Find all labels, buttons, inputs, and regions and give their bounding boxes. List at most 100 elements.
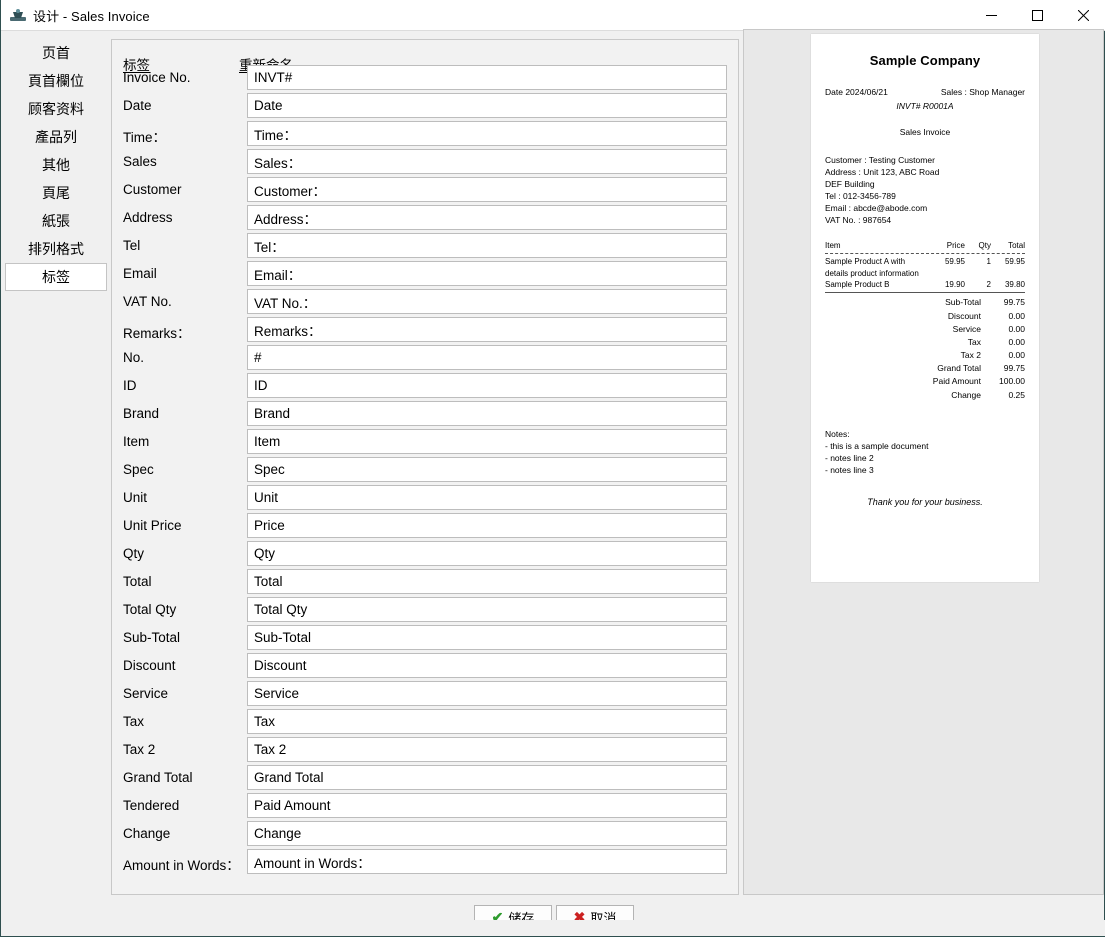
preview-note-line: - notes line 3	[825, 465, 874, 476]
th-total: Total	[1008, 241, 1025, 251]
table-dashed-divider	[825, 253, 1025, 255]
form-row: Email	[112, 260, 738, 288]
rename-input[interactable]	[247, 401, 727, 426]
rename-input[interactable]	[247, 317, 727, 342]
rename-input[interactable]	[247, 821, 727, 846]
rename-input[interactable]	[247, 457, 727, 482]
sidebar-item-3[interactable]: 產品列	[5, 123, 107, 151]
rename-input[interactable]	[247, 513, 727, 538]
rename-input[interactable]	[247, 261, 727, 286]
preview-item-item: Sample Product B	[825, 280, 890, 290]
form-row-label: Tel	[123, 238, 141, 253]
preview-invoice-number: INVT# R0001A	[896, 100, 954, 111]
sidebar-item-label: 紙張	[42, 213, 70, 229]
sidebar-item-label: 頁首欄位	[28, 73, 84, 89]
minimize-icon[interactable]	[968, 0, 1014, 31]
preview-total-value: 0.00	[1008, 336, 1025, 347]
sidebar-item-2[interactable]: 顾客资料	[5, 95, 107, 123]
rename-input[interactable]	[247, 205, 727, 230]
form-row: Address	[112, 204, 738, 232]
rename-input[interactable]	[247, 373, 727, 398]
rename-input[interactable]	[247, 485, 727, 510]
rename-input[interactable]	[247, 121, 727, 146]
preview-total-row: Service 0.00	[825, 323, 1025, 336]
rename-input[interactable]	[247, 681, 727, 706]
sidebar-item-label: 标签	[42, 269, 70, 285]
form-row: Tax 2	[112, 736, 738, 764]
preview-sales: Sales : Shop Manager	[940, 87, 1025, 98]
preview-items-table: Item Price Qty Total Sample Product A wi…	[811, 240, 1039, 294]
rename-input[interactable]	[247, 625, 727, 650]
design-sales-invoice-window: 设计 - Sales Invoice 页首頁首欄位顾客资料 產品列 其他頁尾紙張排列…	[0, 0, 1105, 937]
preview-total-value: 100.00	[999, 376, 1025, 387]
table-solid-divider	[825, 292, 1025, 294]
sidebar-item-label: 頁尾	[42, 185, 70, 201]
form-row: ID	[112, 372, 738, 400]
preview-total-label: Change	[951, 389, 981, 400]
sidebar-item-4[interactable]: 其他	[5, 151, 107, 179]
preview-customer-line: DEF Building	[825, 178, 875, 189]
close-icon[interactable]	[1060, 0, 1105, 31]
preview-total-label: Paid Amount	[932, 376, 981, 387]
rename-input[interactable]	[247, 653, 727, 678]
form-row-label: Total	[123, 574, 152, 589]
rename-input[interactable]	[247, 429, 727, 454]
preview-total-row: Discount 0.00	[825, 310, 1025, 323]
rename-input[interactable]	[247, 177, 727, 202]
rename-input[interactable]	[247, 233, 727, 258]
form-row-label: Date	[123, 98, 152, 113]
form-row: Item	[112, 428, 738, 456]
rename-input[interactable]	[247, 597, 727, 622]
preview-customer-line: Tel : 012-3456-789	[825, 190, 896, 201]
rename-input[interactable]	[247, 849, 727, 874]
sidebar-item-6[interactable]: 紙張	[5, 207, 107, 235]
form-row-label: No.	[123, 350, 145, 365]
rename-input[interactable]	[247, 345, 727, 370]
rename-input[interactable]	[247, 737, 727, 762]
rename-input[interactable]	[247, 793, 727, 818]
sidebar-item-8[interactable]: 标签	[5, 263, 107, 291]
rename-input[interactable]	[247, 149, 727, 174]
preview-item-total: 59.95	[1004, 257, 1025, 267]
sidebar-item-0[interactable]: 页首	[5, 39, 107, 67]
rename-input[interactable]	[247, 569, 727, 594]
window-controls	[968, 0, 1105, 31]
sidebar-item-1[interactable]: 頁首欄位	[5, 67, 107, 95]
preview-table-header: Item Price Qty Total	[825, 240, 1025, 251]
rename-input[interactable]	[247, 93, 727, 118]
form-row-label: Unit Price	[123, 518, 182, 533]
rename-input[interactable]	[247, 65, 727, 90]
form-row-label: Tendered	[123, 798, 180, 813]
rename-input[interactable]	[247, 765, 727, 790]
form-row-label: Change	[123, 826, 171, 841]
preview-item-qty: 2	[986, 280, 991, 290]
form-column-headers: 标签 重新命名	[112, 40, 738, 73]
rename-input[interactable]	[247, 289, 727, 314]
form-row-label: Invoice No.	[123, 70, 191, 85]
form-row-label: Email	[123, 266, 157, 281]
preview-total-value: 99.75	[1003, 297, 1025, 308]
form-row: No.	[112, 344, 738, 372]
form-row: Discount	[112, 652, 738, 680]
form-row: Service	[112, 680, 738, 708]
rename-input[interactable]	[247, 709, 727, 734]
status-bar	[2, 920, 1105, 936]
preview-customer-block: Customer : Testing Customer Address : Uni…	[811, 154, 1039, 226]
form-row-label: Unit	[123, 490, 148, 505]
maximize-icon[interactable]	[1014, 0, 1060, 31]
preview-company-name: Sample Company	[869, 53, 981, 68]
form-row-label: Address	[123, 210, 173, 225]
preview-note-line: - notes line 2	[825, 452, 874, 463]
window-title: 设计 - Sales Invoice	[33, 8, 150, 24]
sidebar-item-7[interactable]: 排列格式	[5, 235, 107, 263]
rename-input[interactable]	[247, 541, 727, 566]
sidebar-item-5[interactable]: 頁尾	[5, 179, 107, 207]
preview-total-value: 0.00	[1008, 310, 1025, 321]
preview-total-label: Service	[952, 323, 981, 334]
form-row-label: Service	[123, 686, 169, 701]
preview-customer-line: Customer : Testing Customer	[825, 154, 935, 165]
preview-total-value: 0.25	[1008, 389, 1025, 400]
form-row-label: Item	[123, 434, 150, 449]
sidebar-item-label: 页首	[42, 45, 70, 61]
preview-total-value: 0.00	[1008, 323, 1025, 334]
